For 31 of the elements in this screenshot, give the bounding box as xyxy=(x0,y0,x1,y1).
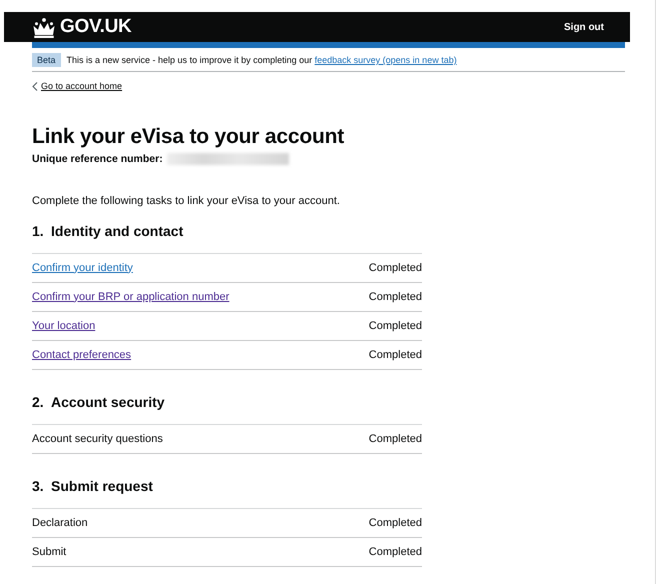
feedback-survey-link[interactable]: feedback survey (opens in new tab) xyxy=(314,55,457,65)
task-status: Completed xyxy=(368,320,422,332)
task-status: Completed xyxy=(368,516,422,528)
section-heading: Account security xyxy=(51,394,165,410)
page-title: Link your eVisa to your account xyxy=(32,124,345,148)
task-name: Account security questions xyxy=(32,432,163,444)
crown-icon xyxy=(32,16,56,38)
back-link[interactable]: Go to account home xyxy=(32,81,122,91)
govuk-logo-link[interactable]: GOV.UK xyxy=(60,16,132,38)
sign-out-link[interactable]: Sign out xyxy=(564,22,604,32)
phase-banner-text: This is a new service - help us to improve it by completing our feedback survey (opens in new tab) xyxy=(66,55,457,65)
section-number: 3. xyxy=(32,478,45,494)
section-number: 1. xyxy=(32,222,45,238)
task-link[interactable]: Confirm your identity xyxy=(32,262,133,274)
task-status: Completed xyxy=(368,262,422,274)
task-status: Completed xyxy=(368,290,422,302)
intro-text: Complete the following tasks to link your eVisa to your account. xyxy=(32,194,341,206)
chevron-left-icon xyxy=(32,82,38,90)
beta-tag: Beta xyxy=(32,53,61,67)
section-heading: Identity and contact xyxy=(51,222,184,238)
task-name: Submit xyxy=(32,546,66,558)
task-status: Completed xyxy=(368,348,422,360)
task-name: Declaration xyxy=(32,516,88,528)
task-status: Completed xyxy=(368,546,422,558)
section-heading: Submit request xyxy=(51,478,153,494)
task-link[interactable]: Contact preferences xyxy=(32,348,132,360)
section-number: 2. xyxy=(32,394,45,410)
task-status: Completed xyxy=(368,432,422,444)
reference-label: Unique reference number: xyxy=(32,152,163,164)
task-link[interactable]: Confirm your BRP or application number xyxy=(32,290,230,302)
task-link[interactable]: Your location xyxy=(32,320,96,332)
